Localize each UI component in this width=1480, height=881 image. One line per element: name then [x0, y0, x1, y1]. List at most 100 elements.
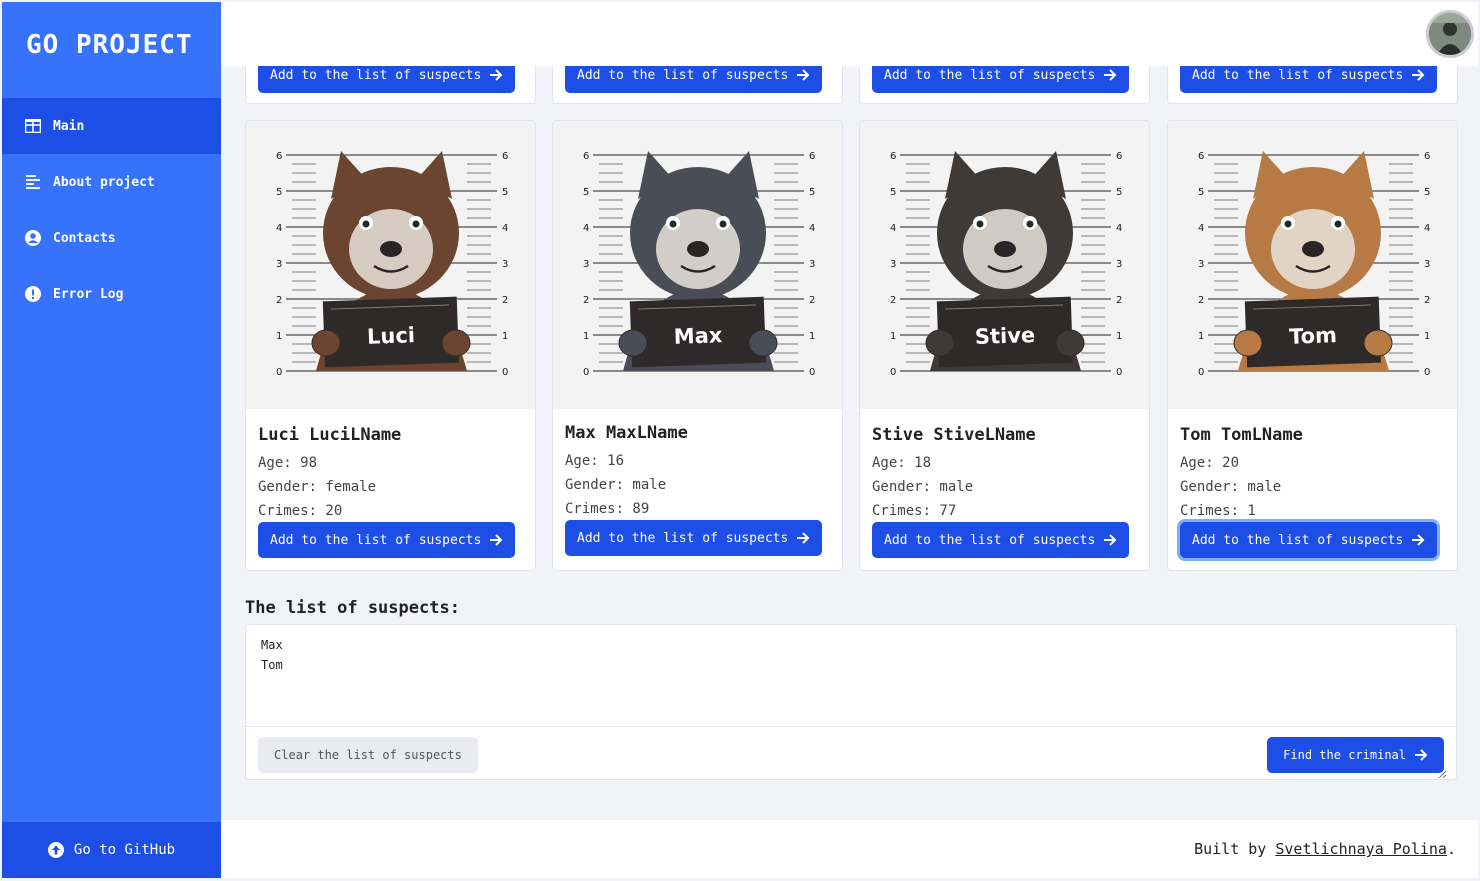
nav-item-about[interactable]: About project [2, 154, 221, 210]
add-suspect-label: Add to the list of suspects [270, 532, 482, 548]
svg-text:4: 4 [276, 223, 282, 234]
find-criminal-button[interactable]: Find the criminal [1267, 737, 1444, 773]
user-avatar[interactable] [1426, 10, 1474, 58]
arrow-right-icon [796, 532, 810, 544]
arrow-right-icon [1414, 749, 1428, 761]
svg-text:5: 5 [502, 187, 508, 198]
svg-text:1: 1 [1116, 331, 1122, 342]
svg-text:2: 2 [583, 295, 589, 306]
suspect-gender: Gender: male [1180, 479, 1282, 495]
arrow-right-icon [1411, 69, 1425, 81]
github-label: Go to GitHub [73, 842, 176, 858]
arrow-right-icon [1103, 69, 1117, 81]
svg-text:6: 6 [1116, 151, 1122, 162]
add-suspect-button[interactable]: Add to the list of suspects [1180, 522, 1438, 558]
add-suspect-label: Add to the list of suspects [884, 67, 1096, 83]
svg-text:2: 2 [276, 295, 282, 306]
svg-text:4: 4 [583, 223, 589, 234]
suspect-name: Tom TomLName [1180, 425, 1303, 445]
suspect-age: Age: 20 [1180, 455, 1240, 471]
author-link[interactable]: Svetlichnaya Polina [1275, 840, 1447, 858]
card-top-partial: Add to the list of suspects [859, 66, 1150, 104]
find-criminal-label: Find the criminal [1283, 748, 1406, 762]
svg-text:5: 5 [583, 187, 589, 198]
top-bar [221, 2, 1478, 66]
nav-item-error-log[interactable]: Error Log [2, 266, 221, 322]
svg-text:1: 1 [276, 331, 282, 342]
arrow-right-icon [489, 69, 503, 81]
suspect-card: 0 0 1 1 2 2 3 3 4 4 5 5 [859, 120, 1150, 571]
svg-text:1: 1 [502, 331, 508, 342]
add-suspect-button[interactable]: Add to the list of suspects [872, 66, 1130, 93]
brand-logo: GO PROJECT [26, 30, 193, 60]
sidebar: GO PROJECT Main About project Contacts E… [2, 2, 221, 878]
nav-item-contacts[interactable]: Contacts [2, 210, 221, 266]
svg-text:5: 5 [1198, 187, 1204, 198]
svg-text:5: 5 [1116, 187, 1122, 198]
svg-text:6: 6 [276, 151, 282, 162]
svg-text:6: 6 [809, 151, 815, 162]
add-suspect-button[interactable]: Add to the list of suspects [565, 520, 823, 556]
svg-text:0: 0 [276, 367, 282, 378]
svg-text:3: 3 [1424, 259, 1430, 270]
suspect-gender: Gender: male [872, 479, 974, 495]
card-top-partial: Add to the list of suspects [1167, 66, 1458, 104]
nav-item-main[interactable]: Main [2, 98, 221, 154]
svg-text:4: 4 [1198, 223, 1204, 234]
suspect-age: Age: 18 [872, 455, 932, 471]
add-suspect-label: Add to the list of suspects [1192, 67, 1404, 83]
svg-text:0: 0 [583, 367, 589, 378]
add-suspect-label: Add to the list of suspects [884, 532, 1096, 548]
align-left-icon [24, 173, 42, 191]
footer: Built by Svetlichnaya Polina . [221, 820, 1478, 878]
svg-text:4: 4 [890, 223, 896, 234]
add-suspect-button[interactable]: Add to the list of suspects [258, 66, 516, 93]
suspect-crimes: Crimes: 89 [565, 501, 650, 517]
arrow-up-circle-icon [47, 842, 64, 858]
add-suspect-label: Add to the list of suspects [1192, 532, 1404, 548]
svg-text:0: 0 [502, 367, 508, 378]
svg-text:5: 5 [276, 187, 282, 198]
nav-label-contacts: Contacts [53, 230, 116, 246]
svg-text:0: 0 [1116, 367, 1122, 378]
svg-text:2: 2 [1116, 295, 1122, 306]
add-suspect-button[interactable]: Add to the list of suspects [1180, 66, 1438, 93]
svg-text:2: 2 [1424, 295, 1430, 306]
svg-text:0: 0 [890, 367, 896, 378]
mugshot-plate-label: Max [673, 323, 723, 349]
svg-text:3: 3 [1116, 259, 1122, 270]
add-suspect-label: Add to the list of suspects [270, 67, 482, 83]
add-suspect-button[interactable]: Add to the list of suspects [565, 66, 823, 93]
add-suspect-button[interactable]: Add to the list of suspects [872, 522, 1130, 558]
clear-suspects-button[interactable]: Clear the list of suspects [258, 737, 478, 773]
svg-text:3: 3 [276, 259, 282, 270]
suspects-textarea[interactable]: Max Tom [246, 625, 1456, 727]
svg-text:5: 5 [809, 187, 815, 198]
arrow-right-icon [1103, 534, 1117, 546]
svg-text:1: 1 [583, 331, 589, 342]
svg-text:1: 1 [890, 331, 896, 342]
mugshot-image: 0 0 1 1 2 2 3 3 4 4 5 5 [246, 121, 535, 409]
svg-text:0: 0 [809, 367, 815, 378]
user-circle-icon [24, 229, 42, 247]
github-button[interactable]: Go to GitHub [2, 822, 221, 878]
suspects-list-title: The list of suspects: [245, 598, 460, 618]
svg-text:3: 3 [1198, 259, 1204, 270]
table-icon [24, 117, 42, 135]
svg-text:1: 1 [809, 331, 815, 342]
card-top-partial: Add to the list of suspects [552, 66, 843, 104]
suspect-name: Luci LuciLName [258, 425, 402, 445]
suspect-age: Age: 98 [258, 455, 318, 471]
suspect-gender: Gender: female [258, 479, 377, 495]
svg-text:2: 2 [1198, 295, 1204, 306]
add-suspect-button[interactable]: Add to the list of suspects [258, 522, 516, 558]
card-top-partial: Add to the list of suspects [245, 66, 536, 104]
suspect-crimes: Crimes: 20 [258, 503, 343, 519]
mugshot-image: 0 0 1 1 2 2 3 3 4 4 5 5 [553, 121, 842, 409]
svg-text:1: 1 [1198, 331, 1204, 342]
suspect-gender: Gender: male [565, 477, 667, 493]
svg-text:4: 4 [1424, 223, 1430, 234]
svg-text:5: 5 [1424, 187, 1430, 198]
footer-prefix: Built by [1194, 840, 1276, 858]
mugshot-plate-label: Tom [1289, 323, 1338, 349]
